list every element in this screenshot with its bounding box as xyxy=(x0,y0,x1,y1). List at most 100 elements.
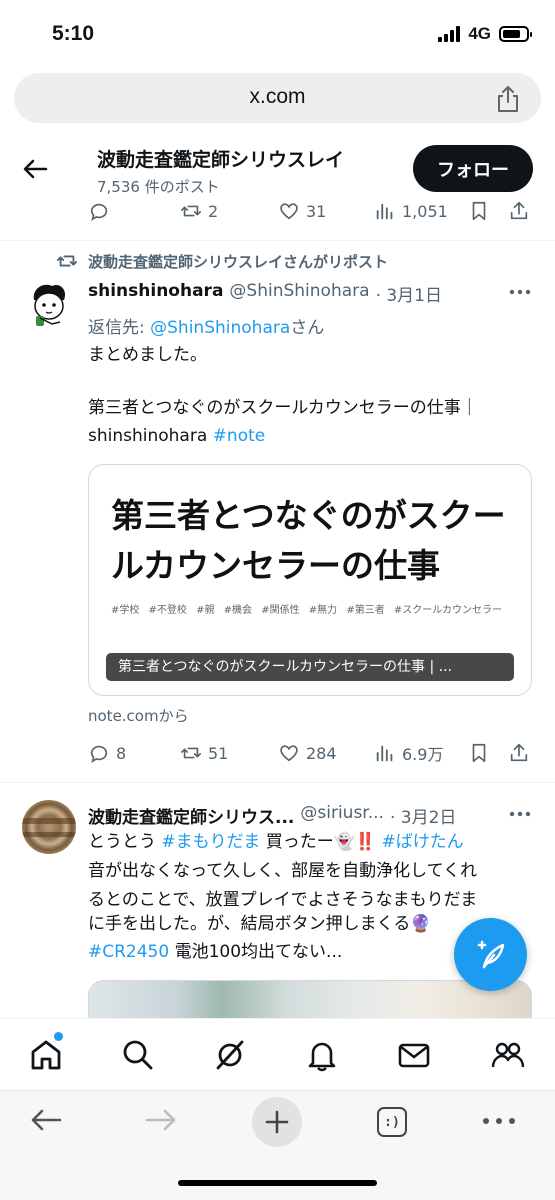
profile-name: 波動走査鑑定師シリウスレイ xyxy=(97,149,345,171)
repost-icon xyxy=(56,255,78,267)
repost-icon xyxy=(181,747,201,759)
bell-icon[interactable] xyxy=(304,1037,340,1073)
reply-icon xyxy=(90,745,108,763)
repost-button[interactable]: 51 xyxy=(180,742,228,764)
home-indicator[interactable] xyxy=(178,1180,377,1186)
back-arrow-icon[interactable] xyxy=(20,155,50,183)
like-count: 31 xyxy=(306,201,327,221)
repost-count: 51 xyxy=(208,743,229,763)
repost-icon xyxy=(181,205,201,217)
reply-count: 8 xyxy=(116,743,127,763)
network-type: 4G xyxy=(468,24,491,43)
url-text[interactable]: x.com xyxy=(14,85,541,109)
hashtag-link[interactable]: #ばけたん xyxy=(381,832,463,852)
repost-label[interactable]: 波動走査鑑定師シリウスレイさんがリポスト xyxy=(88,251,388,272)
bookmark-button[interactable] xyxy=(468,200,490,222)
share-icon xyxy=(510,743,528,762)
author-name[interactable]: shinshinohara xyxy=(88,281,223,306)
more-options-icon[interactable] xyxy=(509,289,531,295)
author-handle[interactable]: @siriusr... xyxy=(300,803,384,828)
more-options-icon[interactable] xyxy=(509,811,531,817)
share-post-button[interactable] xyxy=(508,742,530,764)
compose-feather-icon xyxy=(477,940,504,968)
reply-handle-link[interactable]: @ShinShinohara xyxy=(150,318,290,338)
reply-button[interactable] xyxy=(88,200,110,222)
address-bar[interactable]: x.com xyxy=(14,73,541,123)
bottom-nav xyxy=(0,1018,555,1090)
bookmark-button[interactable] xyxy=(468,742,490,764)
bookmark-icon xyxy=(472,743,486,763)
avatar[interactable] xyxy=(22,278,76,332)
status-bar: 5:10 4G xyxy=(0,0,555,66)
tweet-text-line: に手を出した。が、結局ボタン押しまくる🔮 xyxy=(88,914,432,934)
status-indicators: 4G xyxy=(438,24,532,44)
reply-to: 返信先: @ShinShinoharaさん xyxy=(88,313,324,338)
share-icon[interactable] xyxy=(495,85,521,113)
avatar[interactable] xyxy=(22,800,76,854)
tweet-text-line: 音が出なくなって久しく、部屋を自動浄化してくれ xyxy=(88,861,478,881)
reply-icon xyxy=(90,203,108,221)
card-caption: 第三者とつなぐのがスクールカウンセラーの仕事 | ... xyxy=(106,653,514,681)
view-count: 6.9万 xyxy=(402,745,444,764)
grok-icon[interactable] xyxy=(212,1037,248,1073)
follow-button[interactable]: フォロー xyxy=(413,145,533,192)
author-handle[interactable]: @ShinShinohara xyxy=(229,281,369,306)
repost-button[interactable]: 2 xyxy=(180,200,218,222)
tweet-text-line: shinshinohara #note xyxy=(88,421,265,452)
hashtag-link[interactable]: #CR2450 xyxy=(88,942,169,962)
post-date[interactable]: · 3月2日 xyxy=(390,803,456,828)
bookmark-icon xyxy=(472,201,486,221)
status-time: 5:10 xyxy=(52,22,95,45)
signal-icon xyxy=(438,26,461,42)
plus-icon xyxy=(265,1110,289,1134)
views-button[interactable]: 6.9万 xyxy=(374,741,443,765)
hashtag-link[interactable]: #note xyxy=(213,426,266,446)
author-name[interactable]: 波動走査鑑定師シリウス... xyxy=(88,803,294,828)
like-count: 284 xyxy=(306,743,337,763)
tweet-text-line: まとめました。 xyxy=(88,345,207,365)
battery-icon xyxy=(499,26,532,42)
hashtag-link[interactable]: #まもりだま xyxy=(161,832,260,852)
views-button[interactable]: 1,051 xyxy=(374,200,448,222)
reply-button[interactable]: 8 xyxy=(88,742,126,764)
tweet-header: 波動走査鑑定師シリウス... @siriusr... · 3月2日 xyxy=(88,803,456,828)
link-card[interactable]: 第三者とつなぐのがスクールカウンセラーの仕事 #学校 #不登校 #親 #機会 #… xyxy=(88,464,532,696)
menu-dots-icon[interactable] xyxy=(482,1117,516,1125)
card-title: 第三者とつなぐのがスクールカウンセラーの仕事 xyxy=(111,496,506,585)
tweet-text: 買ったー👻‼️ xyxy=(260,832,382,852)
tweet-text-line: #CR2450 電池100均出てない... xyxy=(88,937,342,968)
card-domain[interactable]: note.comから xyxy=(88,705,189,726)
like-button[interactable]: 31 xyxy=(278,200,326,222)
divider xyxy=(0,240,555,241)
share-post-button[interactable] xyxy=(508,200,530,222)
tweet-header: shinshinohara @ShinShinohara · 3月1日 xyxy=(88,281,442,306)
views-icon xyxy=(376,745,393,762)
views-icon xyxy=(376,203,393,220)
tabs-button[interactable]: :) xyxy=(377,1107,407,1137)
home-icon[interactable] xyxy=(28,1037,64,1073)
mail-icon[interactable] xyxy=(396,1037,432,1073)
search-icon[interactable] xyxy=(120,1037,156,1073)
browser-back-icon[interactable] xyxy=(28,1105,64,1135)
post-date[interactable]: · 3月1日 xyxy=(376,281,442,306)
share-icon xyxy=(510,201,528,220)
reply-prefix: 返信先: xyxy=(88,318,151,338)
communities-icon[interactable] xyxy=(490,1037,526,1073)
view-count: 1,051 xyxy=(402,201,448,221)
compose-button[interactable] xyxy=(454,918,527,991)
reply-suffix: さん xyxy=(290,318,325,338)
profile-header: 波動走査鑑定師シリウスレイ 7,536 件のポスト フォロー xyxy=(0,137,555,201)
like-button[interactable]: 284 xyxy=(278,742,337,764)
tweet-text-line: とうとう #まもりだま 買ったー👻‼️ #ばけたん xyxy=(88,827,464,858)
browser-forward-icon[interactable] xyxy=(143,1105,179,1135)
divider xyxy=(0,782,555,783)
tweet-actions: 8 51 284 6.9万 xyxy=(88,738,533,768)
heart-icon xyxy=(280,203,298,220)
heart-icon xyxy=(280,745,298,762)
tweet-text: 電池100均出てない... xyxy=(169,942,343,962)
unread-indicator xyxy=(54,1032,63,1041)
post-count: 7,536 件のポスト xyxy=(97,178,220,196)
avatar-illustration xyxy=(22,278,76,332)
new-tab-button[interactable] xyxy=(252,1097,302,1147)
tweet-text: とうとう xyxy=(88,832,162,852)
